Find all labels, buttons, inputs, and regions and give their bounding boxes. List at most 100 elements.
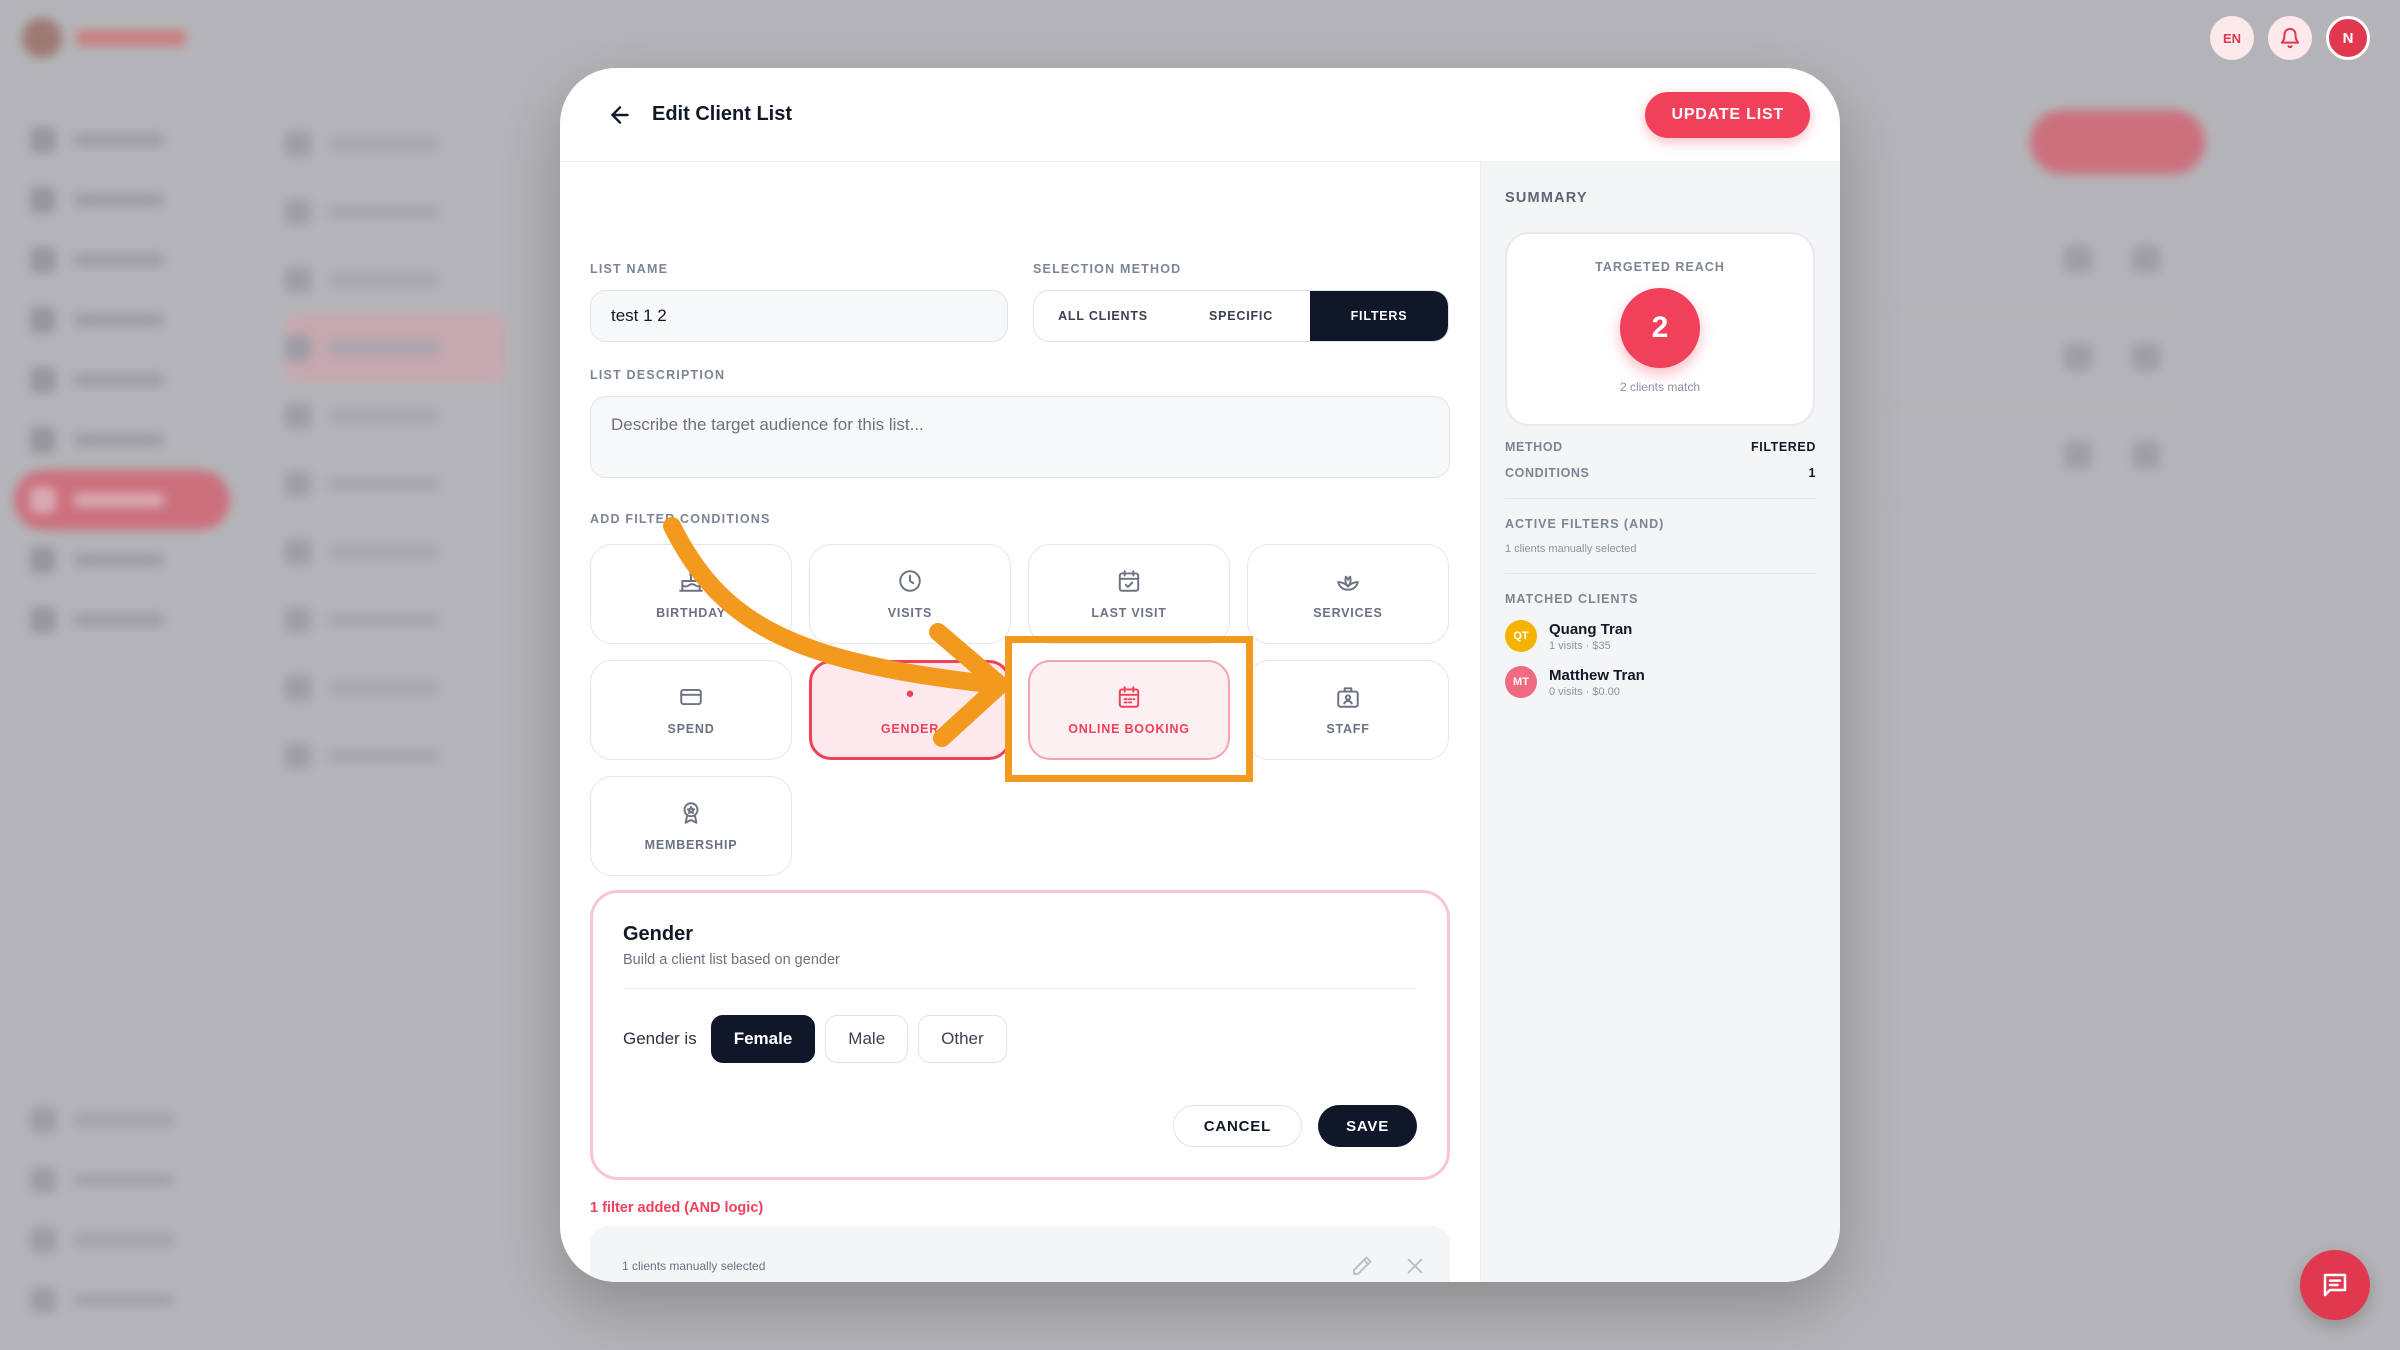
gender-option-male[interactable]: Male: [825, 1015, 909, 1063]
tile-label: SERVICES: [1313, 606, 1383, 620]
matched-clients-label: MATCHED CLIENTS: [1505, 592, 1639, 606]
matched-client[interactable]: MT Matthew Tran 0 visits · $0.00: [1505, 666, 1816, 698]
cake-icon: [679, 571, 703, 592]
gender-panel-title: Gender: [623, 923, 694, 945]
conditions-value: 1: [1808, 466, 1816, 480]
gender-icon: [906, 690, 914, 697]
calendar-icon: [1118, 686, 1140, 708]
active-filters-label: ACTIVE FILTERS (AND): [1505, 517, 1665, 531]
gender-panel-subtitle: Build a client list based on gender: [623, 952, 840, 968]
method-row: METHOD FILTERED: [1505, 440, 1816, 454]
conditions-label: CONDITIONS: [1505, 466, 1590, 480]
summary-title: SUMMARY: [1505, 190, 1588, 206]
client-name: Quang Tran: [1549, 620, 1633, 638]
credit-card-icon: [680, 688, 702, 706]
gender-filter-panel: Gender Build a client list based on gend…: [590, 890, 1450, 1180]
matched-client[interactable]: QT Quang Tran 1 visits · $35: [1505, 620, 1816, 652]
filter-tile-last-visit[interactable]: LAST VISIT: [1028, 544, 1230, 644]
back-button[interactable]: [600, 95, 640, 135]
tile-label: LAST VISIT: [1091, 606, 1167, 620]
tile-label: GENDER: [880, 722, 940, 736]
tile-label: BIRTHDAY: [656, 606, 726, 620]
divider: [1505, 573, 1816, 574]
bg-logo: [22, 18, 186, 58]
modal-header: Edit Client List UPDATE LIST: [560, 68, 1840, 162]
avatar: QT: [1505, 620, 1537, 652]
reach-caption: 2 clients match: [1619, 380, 1701, 394]
user-avatar[interactable]: N: [2326, 16, 2370, 60]
summary-panel: SUMMARY TARGETED REACH 2 2 clients match…: [1480, 162, 1840, 1282]
filter-tiles-grid: BIRTHDAY VISITS LAST VISIT SERVICES SPEN…: [590, 544, 1450, 876]
gender-is-label: Gender is: [623, 1029, 697, 1048]
chat-icon: [2323, 1273, 2347, 1297]
method-filters[interactable]: FILTERS: [1310, 291, 1448, 341]
language-button[interactable]: EN: [2210, 16, 2254, 60]
bg-table: [1840, 210, 2180, 504]
update-list-button[interactable]: UPDATE LIST: [1645, 91, 1810, 138]
avatar: MT: [1505, 666, 1537, 698]
arrow-left-icon: [611, 105, 629, 124]
reach-label: TARGETED REACH: [1595, 260, 1725, 274]
modal-title: Edit Client List: [652, 103, 792, 125]
filter-tile-online-booking[interactable]: ONLINE BOOKING: [1028, 660, 1230, 760]
client-name: Matthew Tran: [1549, 666, 1645, 684]
filter-tile-staff[interactable]: STAFF: [1247, 660, 1449, 760]
list-name-input[interactable]: test 1 2: [590, 290, 1008, 342]
bg-sidebar-bottom: [30, 1090, 174, 1330]
client-meta: 0 visits · $0.00: [1549, 685, 1620, 698]
filter-item: 1 clients manually selected: [590, 1226, 1450, 1282]
filter-tile-spend[interactable]: SPEND: [590, 660, 792, 760]
description-textarea[interactable]: Describe the target audience for this li…: [590, 396, 1450, 478]
filter-tile-gender[interactable]: GENDER: [809, 660, 1011, 760]
gender-panel-actions: CANCEL SAVE: [1172, 1105, 1417, 1147]
divider: [1505, 498, 1816, 499]
selection-method-toggle: ALL CLIENTS SPECIFIC FILTERS: [1033, 290, 1449, 342]
lotus-icon: [1337, 575, 1359, 591]
filter-tile-visits[interactable]: VISITS: [809, 544, 1011, 644]
close-icon[interactable]: [1404, 1255, 1426, 1277]
filters-added-count: 1 filter added (AND logic): [590, 1200, 764, 1216]
list-name-label: LIST NAME: [590, 262, 669, 276]
pencil-icon[interactable]: [1350, 1254, 1374, 1278]
cancel-button[interactable]: CANCEL: [1172, 1105, 1303, 1147]
targeted-reach-card: TARGETED REACH 2 2 clients match: [1505, 232, 1815, 426]
active-filters-note: 1 clients manually selected: [1505, 543, 1637, 555]
filter-tile-services[interactable]: SERVICES: [1247, 544, 1449, 644]
selection-method-label: SELECTION METHOD: [1033, 262, 1182, 276]
edit-client-list-modal: Edit Client List UPDATE LIST LIST NAME t…: [560, 68, 1840, 1282]
modal-body: LIST NAME test 1 2 SELECTION METHOD ALL …: [560, 162, 1840, 1282]
bg-add-button: [2030, 110, 2205, 174]
reach-value: 2: [1620, 288, 1700, 368]
clock-icon: [899, 570, 921, 592]
method-all-clients[interactable]: ALL CLIENTS: [1034, 291, 1172, 341]
form-column: LIST NAME test 1 2 SELECTION METHOD ALL …: [560, 162, 1480, 1282]
chat-button[interactable]: [2300, 1250, 2370, 1320]
top-actions: EN N: [2210, 16, 2370, 60]
filter-item-text: 1 clients manually selected: [622, 1259, 766, 1273]
gender-option-female[interactable]: Female: [710, 1015, 816, 1063]
calendar-check-icon: [1118, 570, 1140, 592]
tile-label: MEMBERSHIP: [644, 838, 738, 852]
notification-button[interactable]: [2268, 16, 2312, 60]
method-value: FILTERED: [1751, 440, 1816, 454]
save-button[interactable]: SAVE: [1318, 1105, 1417, 1147]
description-label: LIST DESCRIPTION: [590, 368, 726, 382]
filter-tile-birthday[interactable]: BIRTHDAY: [590, 544, 792, 644]
staff-icon: [1337, 687, 1359, 708]
bg-sidebar: [14, 110, 230, 650]
bell-icon: [2280, 27, 2300, 49]
tile-label: ONLINE BOOKING: [1068, 722, 1190, 736]
gender-option-other[interactable]: Other: [918, 1015, 1007, 1063]
bg-subnav: [285, 110, 505, 790]
filter-tile-membership[interactable]: MEMBERSHIP: [590, 776, 792, 876]
gender-options-row: Gender is Female Male Other: [623, 1015, 1417, 1063]
conditions-row: CONDITIONS 1: [1505, 466, 1816, 480]
client-meta: 1 visits · $35: [1549, 639, 1611, 652]
method-specific[interactable]: SPECIFIC: [1172, 291, 1310, 341]
method-label: METHOD: [1505, 440, 1563, 454]
tile-label: SPEND: [667, 722, 715, 736]
tile-label: STAFF: [1326, 722, 1370, 736]
add-filter-label: ADD FILTER CONDITIONS: [590, 512, 771, 526]
divider: [623, 988, 1417, 989]
badge-icon: [683, 802, 699, 824]
